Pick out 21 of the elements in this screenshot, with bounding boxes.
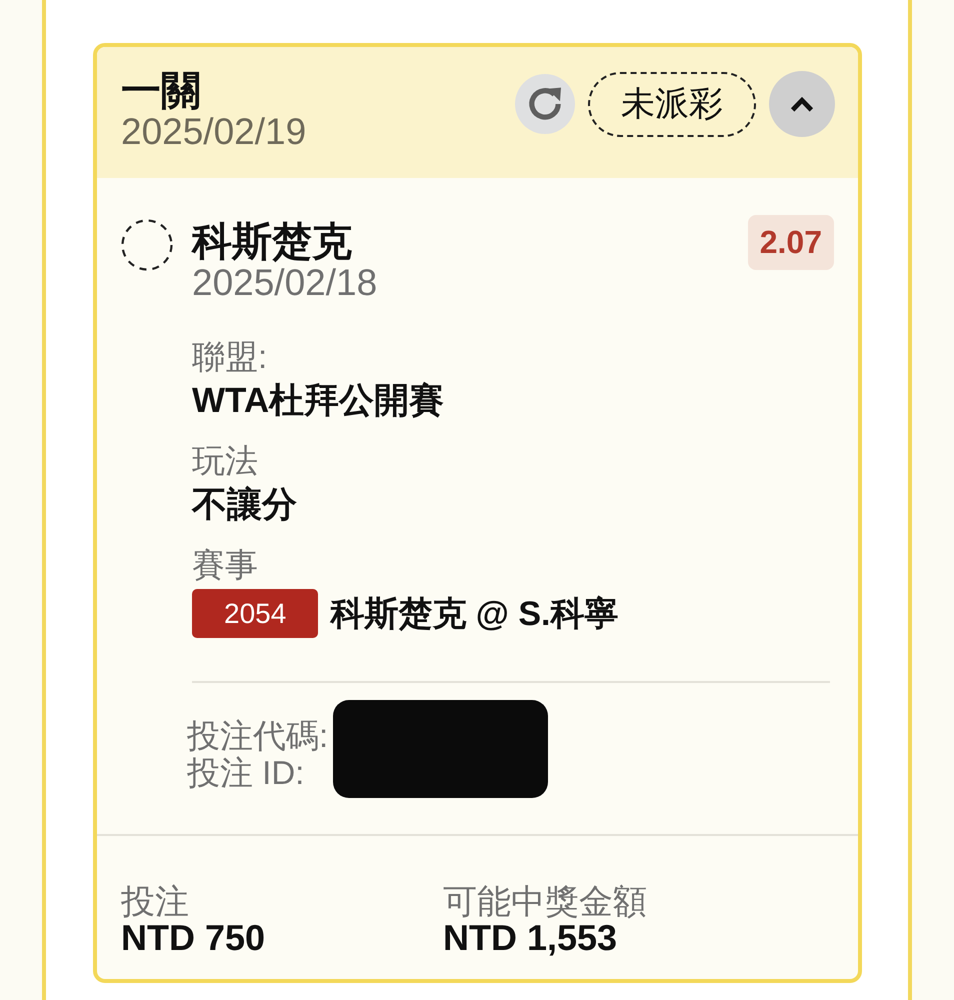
refresh-icon xyxy=(527,86,563,122)
matchup-text: 科斯楚克 @ S.科寧 xyxy=(330,594,618,634)
selection-name: 科斯楚克 xyxy=(192,220,353,264)
status-badge: 未派彩 xyxy=(588,72,756,136)
bet-type-title: 一關 xyxy=(121,69,202,113)
detail-value: WTA杜拜公開賽 xyxy=(192,380,446,422)
bet-date: 2025/02/19 xyxy=(121,113,306,151)
summary-label: 投注 xyxy=(121,884,190,920)
detail-label: 賽事 xyxy=(192,545,259,585)
match-date: 2025/02/18 xyxy=(192,264,378,302)
reference-label: 投注代碼: xyxy=(187,717,328,754)
summary-value: NTD 750 xyxy=(121,920,266,956)
reference-label: 投注 ID: xyxy=(187,754,306,791)
event-code-badge: 2054 xyxy=(192,589,318,638)
detail-label: 聯盟: xyxy=(192,337,268,377)
summary-label: 可能中獎金額 xyxy=(443,884,648,920)
odds-badge: 2.07 xyxy=(748,215,834,270)
detail-value: 不讓分 xyxy=(192,484,298,526)
detail-label: 玩法 xyxy=(192,441,259,481)
summary-value: NTD 1,553 xyxy=(443,920,618,956)
caret-icon xyxy=(790,96,814,112)
